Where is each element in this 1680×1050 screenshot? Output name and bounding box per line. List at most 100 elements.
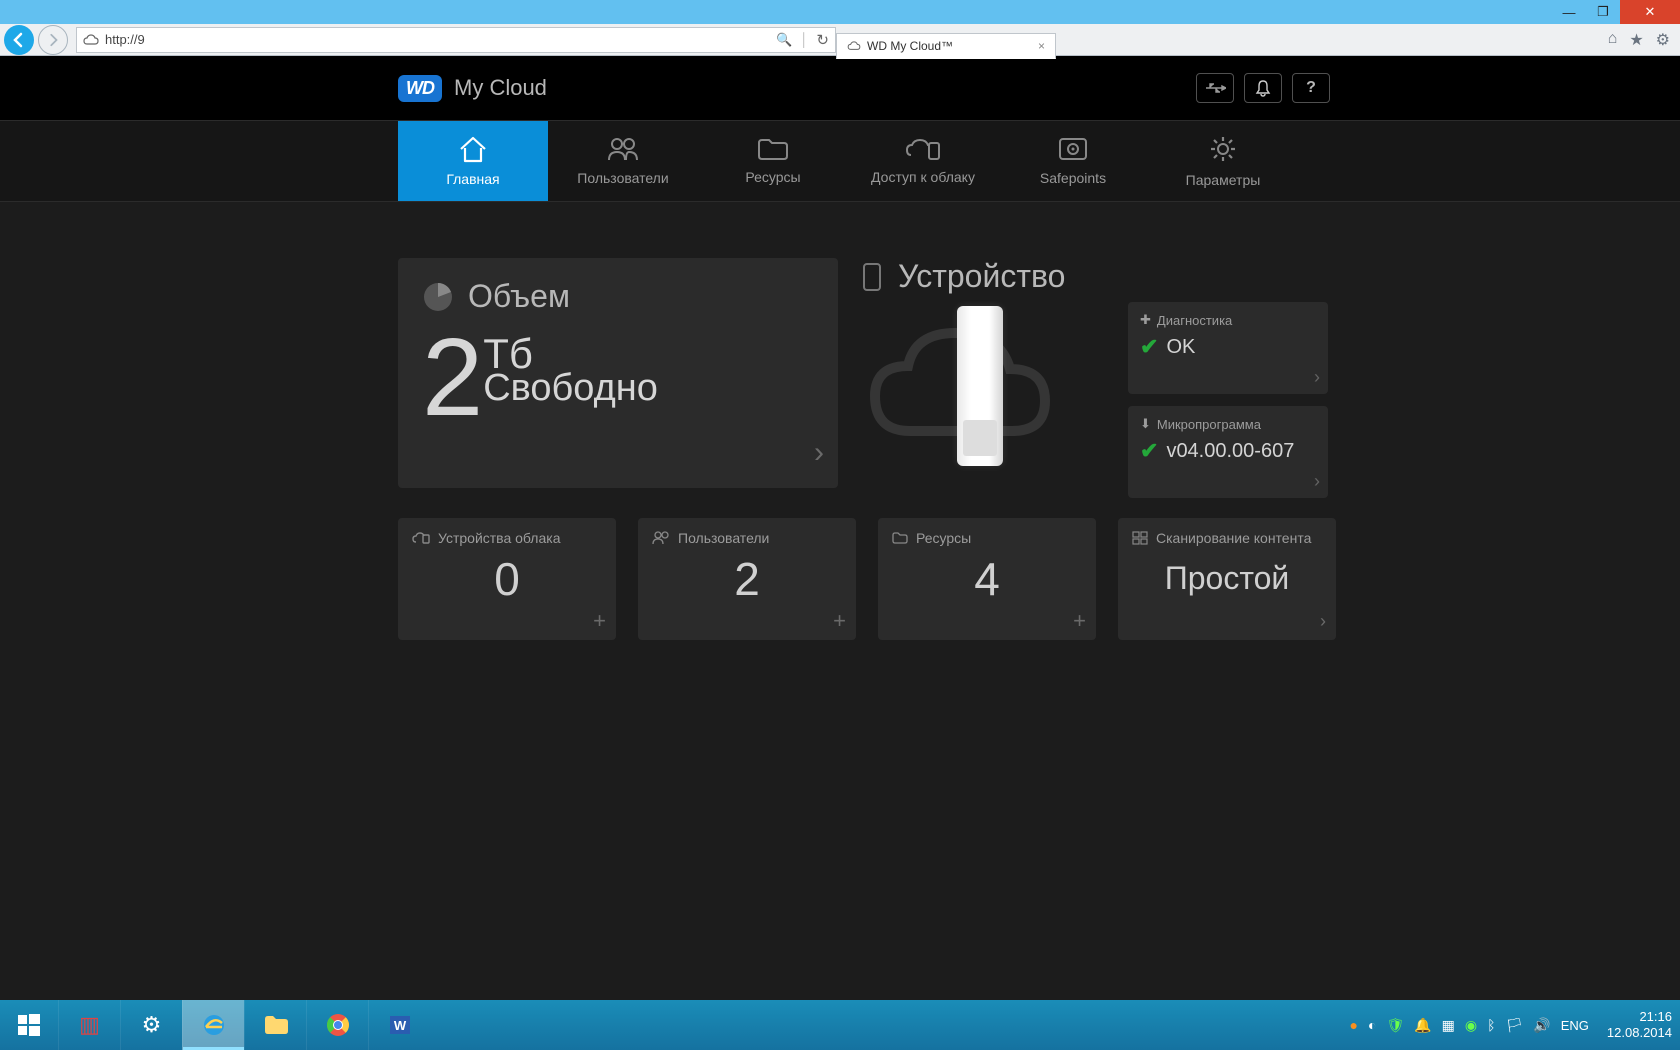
- cloud-devices-icon: [412, 532, 430, 544]
- home-icon: [457, 135, 489, 163]
- tray-shield-icon[interactable]: 🛡: [1386, 1017, 1404, 1034]
- browser-tab[interactable]: WD My Cloud™ ×: [836, 33, 1056, 59]
- firmware-card[interactable]: ⬇ Микропрограмма ✔ v04.00.00-607 ›: [1128, 406, 1328, 498]
- ie-icon: [201, 1012, 227, 1038]
- help-icon: ?: [1306, 79, 1316, 97]
- windows-icon: [18, 1014, 40, 1036]
- search-icon[interactable]: 🔍: [776, 32, 792, 48]
- brand: WD My Cloud: [398, 75, 547, 102]
- capacity-card[interactable]: Объем 2 Тб Свободно ›: [398, 258, 838, 488]
- wd-logo: WD: [398, 75, 442, 102]
- tray-volume-icon[interactable]: 🔊: [1533, 1017, 1550, 1034]
- taskbar-explorer[interactable]: [244, 1000, 306, 1050]
- safepoints-icon: [1057, 136, 1089, 162]
- chrome-icon: [326, 1013, 350, 1037]
- svg-text:W: W: [393, 1018, 406, 1033]
- nav-settings[interactable]: Параметры: [1148, 121, 1298, 201]
- browser-toolbar: http://9 🔍 │ ↻ WD My Cloud™ × ⌂ ★ ⚙: [0, 24, 1680, 56]
- capacity-value: 2 Тб Свободно: [422, 323, 814, 433]
- nav-forward-button[interactable]: [38, 25, 68, 55]
- diagnostics-icon: ✚: [1140, 312, 1151, 328]
- tray-icon[interactable]: ▦: [1442, 1017, 1455, 1034]
- bell-icon: [1254, 79, 1272, 97]
- plus-icon[interactable]: +: [593, 608, 606, 634]
- taskbar-word[interactable]: W: [368, 1000, 430, 1050]
- folder-icon: [263, 1014, 289, 1036]
- browser-actions: ⌂ ★ ⚙: [1608, 30, 1680, 50]
- tray-icon[interactable]: ●: [1350, 1017, 1358, 1033]
- nav-shares[interactable]: Ресурсы: [698, 121, 848, 201]
- url-text: http://9: [105, 32, 776, 47]
- dashboard-row-1: Объем 2 Тб Свободно › Устройство: [398, 258, 1340, 498]
- tab-cloud-icon: [847, 41, 861, 51]
- address-bar[interactable]: http://9 🔍 │ ↻: [76, 27, 836, 53]
- taskbar-app-2[interactable]: ⚙: [120, 1000, 182, 1050]
- cloud-devices-value: 0: [412, 552, 602, 606]
- usb-button[interactable]: [1196, 73, 1234, 103]
- tray-flag-icon[interactable]: 🏳: [1506, 1017, 1524, 1034]
- nav-label: Параметры: [1186, 172, 1261, 188]
- check-icon: ✔: [1140, 334, 1158, 360]
- home-icon[interactable]: ⌂: [1608, 30, 1618, 50]
- users-card-label: Пользователи: [652, 530, 842, 546]
- folder-icon: [892, 532, 908, 544]
- tray-bluetooth-icon[interactable]: ᛒ: [1487, 1017, 1495, 1033]
- nav-label: Доступ к облаку: [871, 169, 975, 185]
- nav-cloud-access[interactable]: Доступ к облаку: [848, 121, 998, 201]
- device-image: [860, 301, 1100, 471]
- arrow-right-icon: [46, 33, 60, 47]
- users-card[interactable]: Пользователи 2 +: [638, 518, 856, 640]
- favorites-icon[interactable]: ★: [1629, 30, 1643, 50]
- system-tray: ● ◐ 🛡 🔔 ▦ ◉ ᛒ 🏳 🔊 ENG 21:16 12.08.2014: [1350, 1009, 1680, 1040]
- nav-label: Safepoints: [1040, 170, 1106, 186]
- plus-icon[interactable]: +: [833, 608, 846, 634]
- capacity-title-text: Объем: [468, 278, 570, 315]
- tray-notifications-icon[interactable]: 🔔: [1414, 1017, 1431, 1034]
- nav-users[interactable]: Пользователи: [548, 121, 698, 201]
- cloud-device-icon: [905, 137, 941, 161]
- taskbar-app-1[interactable]: ▥: [58, 1000, 120, 1050]
- app-header: WD My Cloud ?: [0, 56, 1680, 120]
- cloud-devices-card[interactable]: Устройства облака 0 +: [398, 518, 616, 640]
- taskbar-chrome[interactable]: [306, 1000, 368, 1050]
- download-icon: ⬇: [1140, 416, 1151, 432]
- plus-icon[interactable]: +: [1073, 608, 1086, 634]
- shares-card-value: 4: [892, 552, 1082, 606]
- taskbar-ie[interactable]: [182, 1000, 244, 1050]
- shares-card[interactable]: Ресурсы 4 +: [878, 518, 1096, 640]
- refresh-icon[interactable]: ↻: [816, 31, 829, 49]
- content-scan-card[interactable]: Сканирование контента Простой ›: [1118, 518, 1336, 640]
- tray-icon[interactable]: ◐: [1368, 1017, 1376, 1033]
- folder-icon: [757, 137, 789, 161]
- diagnostics-label: ✚ Диагностика: [1140, 312, 1316, 328]
- tray-language[interactable]: ENG: [1561, 1018, 1589, 1033]
- start-button[interactable]: [0, 1000, 58, 1050]
- content-scan-label: Сканирование контента: [1132, 530, 1322, 546]
- chevron-right-icon: ›: [1314, 367, 1320, 388]
- help-button[interactable]: ?: [1292, 73, 1330, 103]
- diagnostics-value: ✔ OK: [1140, 334, 1316, 360]
- nav-home[interactable]: Главная: [398, 121, 548, 201]
- tab-close-icon[interactable]: ×: [1038, 39, 1045, 53]
- pie-chart-icon: [422, 281, 454, 313]
- product-name: My Cloud: [454, 75, 547, 101]
- window-maximize-button[interactable]: ❐: [1586, 0, 1620, 24]
- app-icon: ▥: [79, 1012, 100, 1038]
- tray-date: 12.08.2014: [1607, 1025, 1672, 1041]
- capacity-number: 2: [422, 323, 483, 433]
- window-close-button[interactable]: ✕: [1620, 0, 1680, 24]
- device-section: Устройство ✚ Диагностика: [860, 258, 1328, 498]
- dashboard: Объем 2 Тб Свободно › Устройство: [0, 202, 1340, 640]
- notifications-button[interactable]: [1244, 73, 1282, 103]
- settings-icon[interactable]: ⚙: [1656, 30, 1670, 50]
- tray-nvidia-icon[interactable]: ◉: [1465, 1017, 1477, 1034]
- window-minimize-button[interactable]: —: [1552, 0, 1586, 24]
- tray-clock[interactable]: 21:16 12.08.2014: [1607, 1009, 1672, 1040]
- shares-card-label: Ресурсы: [892, 530, 1082, 546]
- gear-icon: [1208, 134, 1238, 164]
- nav-safepoints[interactable]: Safepoints: [998, 121, 1148, 201]
- nav-back-button[interactable]: [4, 25, 34, 55]
- capacity-title: Объем: [422, 278, 814, 315]
- diagnostics-card[interactable]: ✚ Диагностика ✔ OK ›: [1128, 302, 1328, 394]
- cloud-devices-label: Устройства облака: [412, 530, 602, 546]
